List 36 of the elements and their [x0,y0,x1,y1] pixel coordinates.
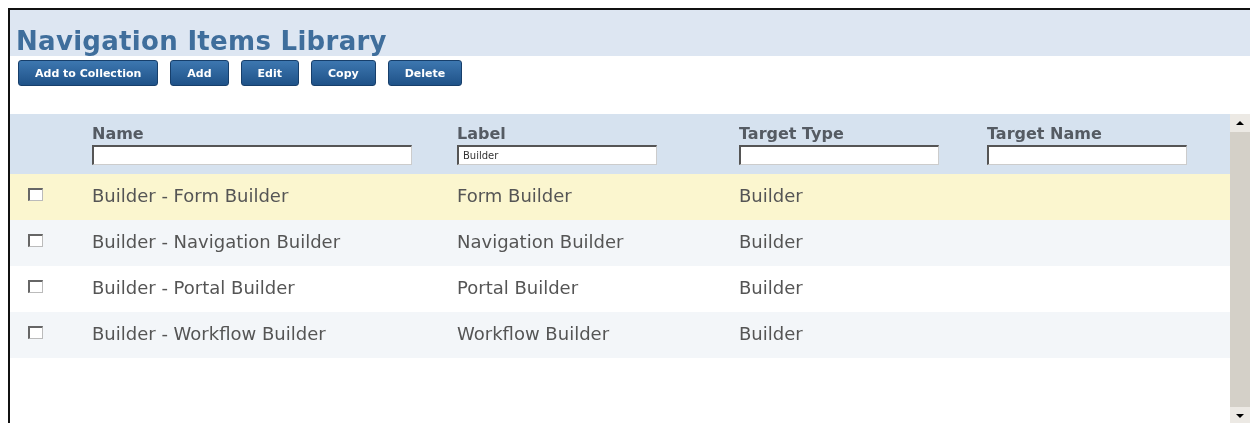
row-checkbox[interactable] [28,188,43,201]
table-cell-text: Workflow Builder [456,322,611,346]
column-header: Target Type [739,123,845,143]
toolbar-button[interactable]: Add to Collection [18,60,159,86]
filter-field[interactable] [92,144,412,165]
toolbar-button[interactable]: Copy [311,60,376,86]
table-cell-text: Builder [738,230,804,254]
table-cell-text: Navigation Builder [456,230,625,254]
table-cell-text: Builder - Portal Builder [91,276,296,300]
scroll-down-icon[interactable] [1230,407,1250,423]
table-cell-text: Form Builder [456,184,573,208]
table-cell-text: Builder [738,276,804,300]
column-header: Name [92,123,145,143]
filter-field[interactable]: Builder [457,144,657,165]
column-header: Target Name [987,123,1103,143]
filter-field[interactable] [739,144,939,165]
table-cell-text: Builder - Form Builder [91,184,290,208]
row-checkbox[interactable] [28,234,43,247]
row-checkbox[interactable] [28,326,43,339]
column-header: Label [457,123,507,143]
table-cell-text: Builder [738,184,804,208]
toolbar-button[interactable]: Edit [240,60,299,86]
table-cell-text: Builder - Workflow Builder [91,322,327,346]
table-row[interactable]: Builder - Workflow Builder Workflow Builder Builder [10,312,1230,358]
table-cell-text: Builder [738,322,804,346]
table-cell-text: Builder - Navigation Builder [91,230,342,254]
page-title: Navigation Items Library [16,26,387,56]
table-row[interactable]: Builder - Navigation Builder Navigation Builder Builder [10,220,1230,266]
filter-field[interactable] [987,144,1187,165]
scrollbar[interactable] [1230,114,1250,423]
toolbar-button[interactable]: Add [170,60,229,86]
table-row[interactable]: Builder - Form Builder Form Builder Builder [10,174,1230,220]
row-checkbox[interactable] [28,280,43,293]
scroll-up-icon[interactable] [1230,114,1250,132]
table-cell-text: Portal Builder [456,276,580,300]
toolbar-button[interactable]: Delete [387,60,463,86]
